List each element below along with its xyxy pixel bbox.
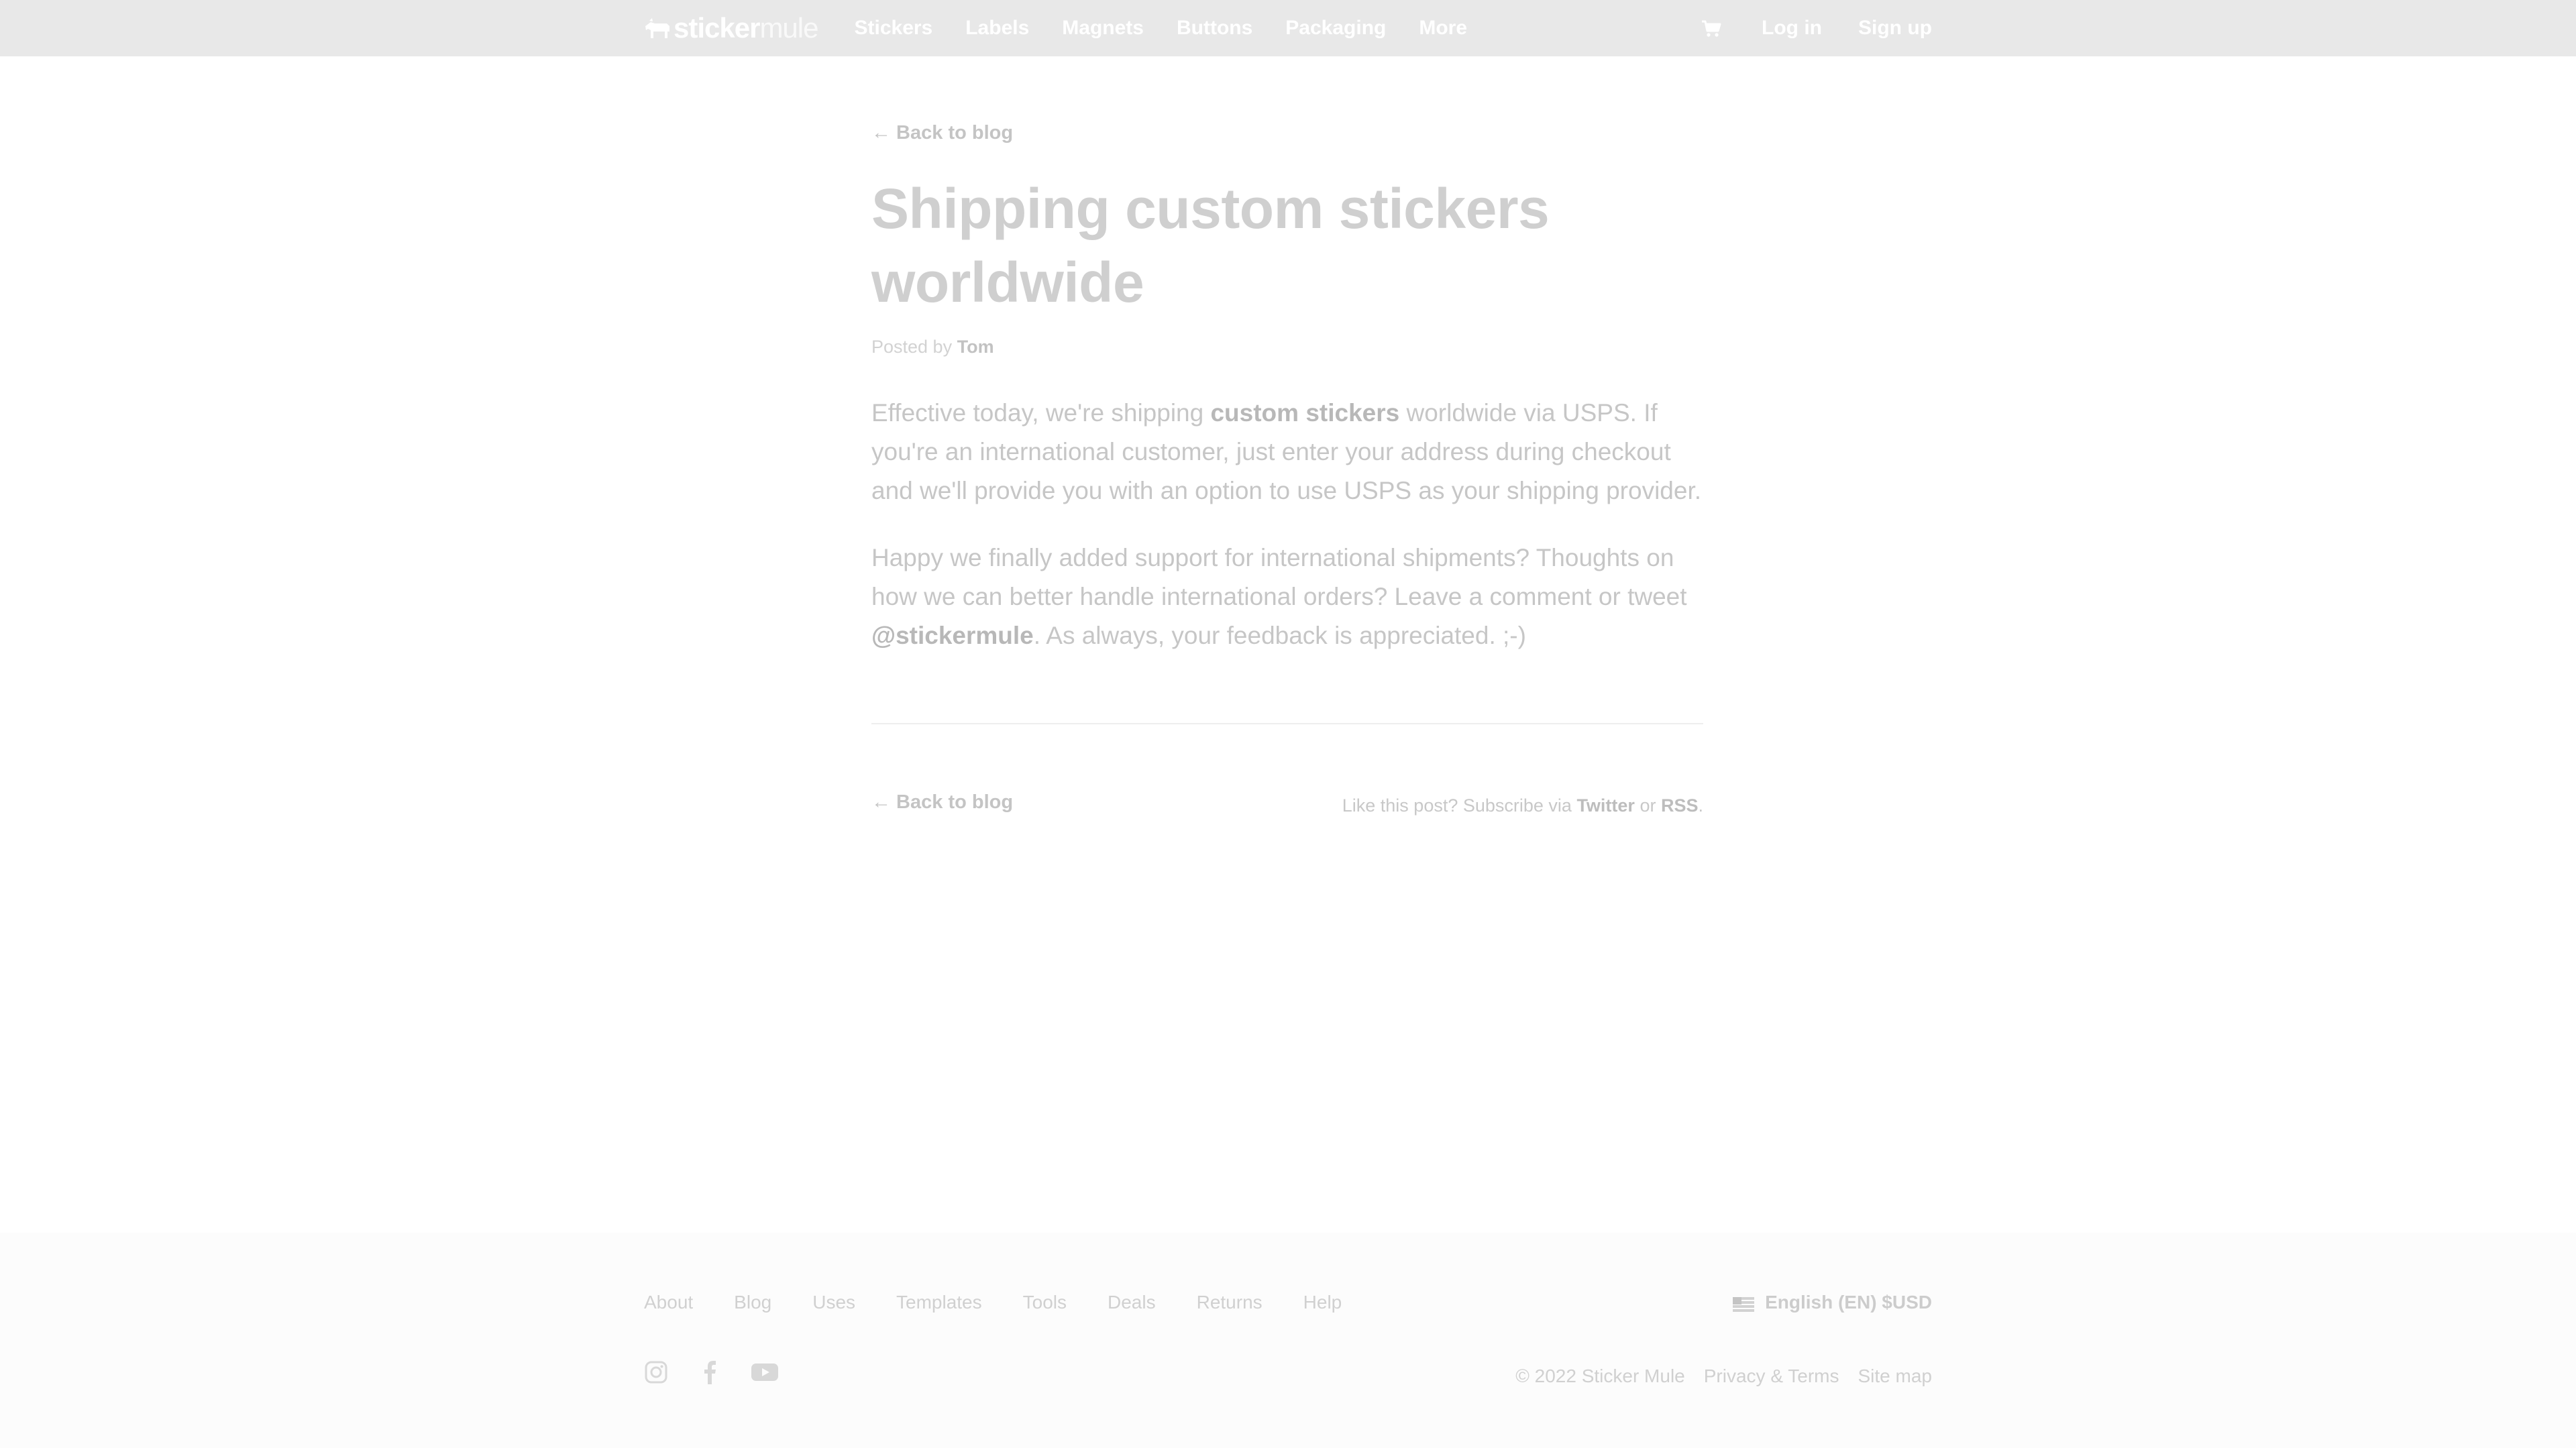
nav-right-group: Log in Sign up <box>1701 0 1932 56</box>
article-byline: Posted by Tom <box>871 337 994 357</box>
paragraph-1-text-a: Effective today, we're shipping <box>871 399 1211 427</box>
footer-link-blog[interactable]: Blog <box>734 1292 771 1313</box>
custom-stickers-link[interactable]: custom stickers <box>1210 399 1399 427</box>
subscribe-line: Like this post? Subscribe via Twitter or… <box>1342 795 1703 816</box>
top-navigation-inner: sticker mule Stickers Labels Magnets Butt… <box>644 0 1932 56</box>
site-map-link[interactable]: Site map <box>1858 1366 1933 1387</box>
footer-link-help[interactable]: Help <box>1303 1292 1342 1313</box>
article-divider <box>871 723 1703 724</box>
subscribe-text: Like this post? Subscribe via <box>1342 795 1577 816</box>
footer-link-uses[interactable]: Uses <box>812 1292 855 1313</box>
facebook-icon[interactable] <box>703 1360 716 1388</box>
twitter-subscribe-link[interactable]: Twitter <box>1576 795 1635 816</box>
social-links <box>644 1360 813 1388</box>
nav-item-labels[interactable]: Labels <box>965 17 1029 40</box>
nav-item-magnets[interactable]: Magnets <box>1062 17 1144 40</box>
rss-subscribe-link[interactable]: RSS <box>1661 795 1699 816</box>
logo-text-sticker: sticker <box>674 12 760 44</box>
paragraph-2-text-a: Happy we finally added support for inter… <box>871 544 1687 610</box>
paragraph-2-text-b: . As always, your feedback is appreciate… <box>1033 622 1526 649</box>
subscribe-or-text: or <box>1634 795 1661 816</box>
login-link[interactable]: Log in <box>1762 17 1822 40</box>
nav-item-stickers[interactable]: Stickers <box>854 17 932 40</box>
nav-item-more[interactable]: More <box>1419 17 1467 40</box>
footer-legal: © 2022 Sticker Mule Privacy & Terms Site… <box>1497 1366 1932 1387</box>
language-selector[interactable]: English (EN) $USD <box>1733 1292 1932 1313</box>
nav-item-buttons[interactable]: Buttons <box>1177 17 1252 40</box>
youtube-icon[interactable] <box>751 1362 778 1386</box>
article-paragraph-2: Happy we finally added support for inter… <box>871 539 1710 655</box>
cart-icon[interactable] <box>1701 18 1721 38</box>
nav-item-packaging[interactable]: Packaging <box>1285 17 1386 40</box>
top-navigation-bar: sticker mule Stickers Labels Magnets Butt… <box>0 0 2576 56</box>
us-flag-icon <box>1733 1295 1755 1312</box>
footer-links: About Blog Uses Templates Tools Deals Re… <box>644 1292 1383 1313</box>
back-to-blog-link-bottom[interactable]: ← Back to blog <box>871 791 1013 814</box>
language-label: English (EN) $USD <box>1765 1292 1932 1313</box>
posted-by-label: Posted by <box>871 337 953 357</box>
footer-inner: About Blog Uses Templates Tools Deals Re… <box>644 1233 1932 1448</box>
footer-link-deals[interactable]: Deals <box>1108 1292 1156 1313</box>
stickermule-twitter-link[interactable]: @stickermule <box>871 622 1034 649</box>
instagram-icon[interactable] <box>644 1360 668 1388</box>
article-title: Shipping custom stickers worldwide <box>871 177 1550 314</box>
article-paragraph-1: Effective today, we're shipping custom s… <box>871 394 1710 510</box>
footer-link-returns[interactable]: Returns <box>1197 1292 1263 1313</box>
subscribe-period: . <box>1698 795 1703 816</box>
footer-link-tools[interactable]: Tools <box>1023 1292 1067 1313</box>
sticker-mule-logo[interactable]: sticker mule <box>644 0 818 56</box>
page-footer: About Blog Uses Templates Tools Deals Re… <box>0 1233 2576 1448</box>
privacy-terms-link[interactable]: Privacy & Terms <box>1704 1366 1839 1387</box>
signup-link[interactable]: Sign up <box>1858 17 1932 40</box>
logo-text-mule: mule <box>759 12 818 44</box>
footer-link-templates[interactable]: Templates <box>896 1292 982 1313</box>
footer-link-about[interactable]: About <box>644 1292 693 1313</box>
copyright-text: © 2022 Sticker Mule <box>1515 1366 1685 1386</box>
back-to-blog-link-top[interactable]: ← Back to blog <box>871 122 1013 144</box>
mule-logo-icon <box>645 18 669 38</box>
author-link[interactable]: Tom <box>957 337 994 357</box>
